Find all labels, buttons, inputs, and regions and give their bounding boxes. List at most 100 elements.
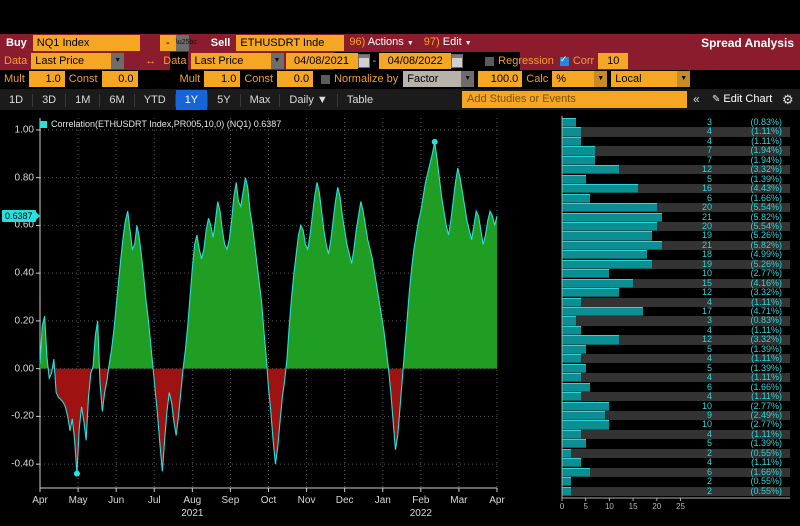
histogram-bar [562,410,605,421]
collapse-icon[interactable]: « [693,91,700,108]
tab-table[interactable]: Table [338,90,382,110]
date-from-input[interactable]: 04/08/2021 [285,53,358,69]
histogram-bar [562,288,619,298]
histogram-x-tick-label: 15 [628,502,638,511]
histogram-x-tick-label: 5 [583,502,588,511]
actions-menu[interactable]: 96) Actions ▼ [344,33,418,53]
legend-swatch-icon [40,120,47,128]
histogram-bar [562,344,586,354]
histogram-bar [562,250,648,260]
histogram-bar [562,316,577,326]
corr-checkbox[interactable] [559,54,569,66]
const-value-right[interactable]: 0.0 [277,71,314,87]
histogram-bar [562,240,662,251]
x-tick-label: Oct [260,495,277,506]
date-to-input[interactable]: 04/08/2022 [379,53,452,69]
edit-menu[interactable]: 97) Edit ▼ [419,33,477,53]
histogram-bar [562,429,581,440]
data-value-left[interactable]: Last Price [31,53,112,69]
x-tick-label: May [68,495,88,506]
histogram-bar [562,373,581,383]
correlation-chart[interactable]: 1.00 0.80 0.60 0.40 0.20 0.00 -0.20 -0.40 Apr Ma… [0,110,552,523]
histogram-bar [562,448,572,458]
timeframe-tabbar: 1D 3D 1M 6M YTD 1Y 5Y Max Daily ▼ Table Add Studi… [0,88,800,112]
y-tick-label: 0.40 [14,267,34,279]
histogram-bar [562,325,581,336]
normalize-checkbox[interactable] [321,74,331,84]
histogram-bar [562,458,581,468]
normalize-label: Normalize by [334,73,399,85]
y-tick-label: -0.20 [11,410,34,422]
calc-value-select[interactable]: % [552,71,595,87]
x-tick-label: Aug [183,495,202,506]
date-dash: - [372,55,377,67]
calc-dropdown-icon[interactable]: ▼ [594,71,608,87]
operator-field[interactable]: - [159,35,176,51]
operator-dropdown-icon[interactable]: \u25bc [175,35,197,51]
locale-dropdown-icon[interactable]: ▼ [677,71,691,87]
histogram-bar [562,221,657,232]
calc-label: Calc [526,73,549,85]
data-value-right[interactable]: Last Price [190,53,271,69]
tab-3d[interactable]: 3D [33,90,65,110]
histogram-bar [562,174,586,184]
histogram-bar [562,420,610,430]
histogram-bar [562,307,643,317]
histogram-bar [562,231,653,241]
calendar-from-icon[interactable] [357,54,370,68]
histogram-bar [562,146,596,156]
normalize-dropdown-icon[interactable]: ▼ [461,71,475,87]
histogram-row[interactable]: 2 (0.55%) [562,485,790,496]
tab-daily[interactable]: Daily ▼ [280,90,336,110]
x-tick-label: Sep [221,495,240,506]
corr-label: Corr [572,55,595,67]
gear-icon[interactable]: ⚙ [782,92,794,107]
normalize-mode-select[interactable]: Factor [403,71,462,87]
y-tick-label: 1.00 [14,124,34,136]
buy-ticker-input[interactable]: NQ1 Index [32,35,140,51]
tab-1y[interactable]: 1Y [175,90,208,110]
distribution-histogram[interactable]: 3 (0.83%) 4 (1.11%) 4 (1.11%) 7 (1.94%) 7 (1.94%)… [552,110,800,523]
swap-icon[interactable]: ↔ [142,52,159,70]
tab-ytd[interactable]: YTD [135,90,175,110]
histogram-percent: (0.55%) [750,485,782,496]
tab-1m[interactable]: 1M [66,90,99,110]
calendar-to-icon[interactable] [451,54,464,68]
data-label-right: Data [163,55,187,67]
histogram-x-tick-label: 25 [676,502,685,511]
corr-value-input[interactable]: 10 [598,53,629,69]
sell-ticker-input[interactable]: ETHUSDRT Inde [236,35,345,51]
const-value-left[interactable]: 0.0 [101,71,138,87]
mult-value-right[interactable]: 1.0 [204,71,241,87]
x-tick-label: Feb [412,495,430,506]
x-tick-label: Nov [297,495,316,506]
actions-number: 96) [349,36,366,48]
histogram-bar [562,439,586,449]
regression-checkbox[interactable] [485,56,495,66]
add-studies-input[interactable]: Add Studies or Events [462,91,687,108]
buy-label[interactable]: Buy [0,34,33,52]
tab-1d[interactable]: 1D [0,90,32,110]
histogram-bar [562,184,638,194]
x-tick-label: Jun [108,495,125,506]
edit-chart-button[interactable]: ✎ Edit Chart [712,91,772,108]
tab-6m[interactable]: 6M [100,90,133,110]
x-tick-label: Apr [32,495,48,506]
histogram-bar [562,118,577,128]
histogram-bar [562,335,619,345]
locale-select[interactable]: Local [611,71,678,87]
histogram-bar [562,155,596,165]
histogram-x-tick-label: 0 [559,502,565,511]
data-right-dropdown-icon[interactable]: ▼ [270,53,284,69]
histogram-count: 2 [706,485,712,496]
sell-label[interactable]: Sell [205,34,237,52]
data-left-dropdown-icon[interactable]: ▼ [111,53,125,69]
current-value-tag: 0.6387 [2,210,36,223]
tab-5y[interactable]: 5Y [208,90,239,110]
regression-label: Regression [498,55,554,67]
tab-max[interactable]: Max [241,90,280,110]
histogram-bar [562,354,581,364]
mult-value-left[interactable]: 1.0 [28,71,65,87]
mult-label-right: Mult [179,73,201,85]
normalize-value-input[interactable]: 100.0 [478,71,523,87]
